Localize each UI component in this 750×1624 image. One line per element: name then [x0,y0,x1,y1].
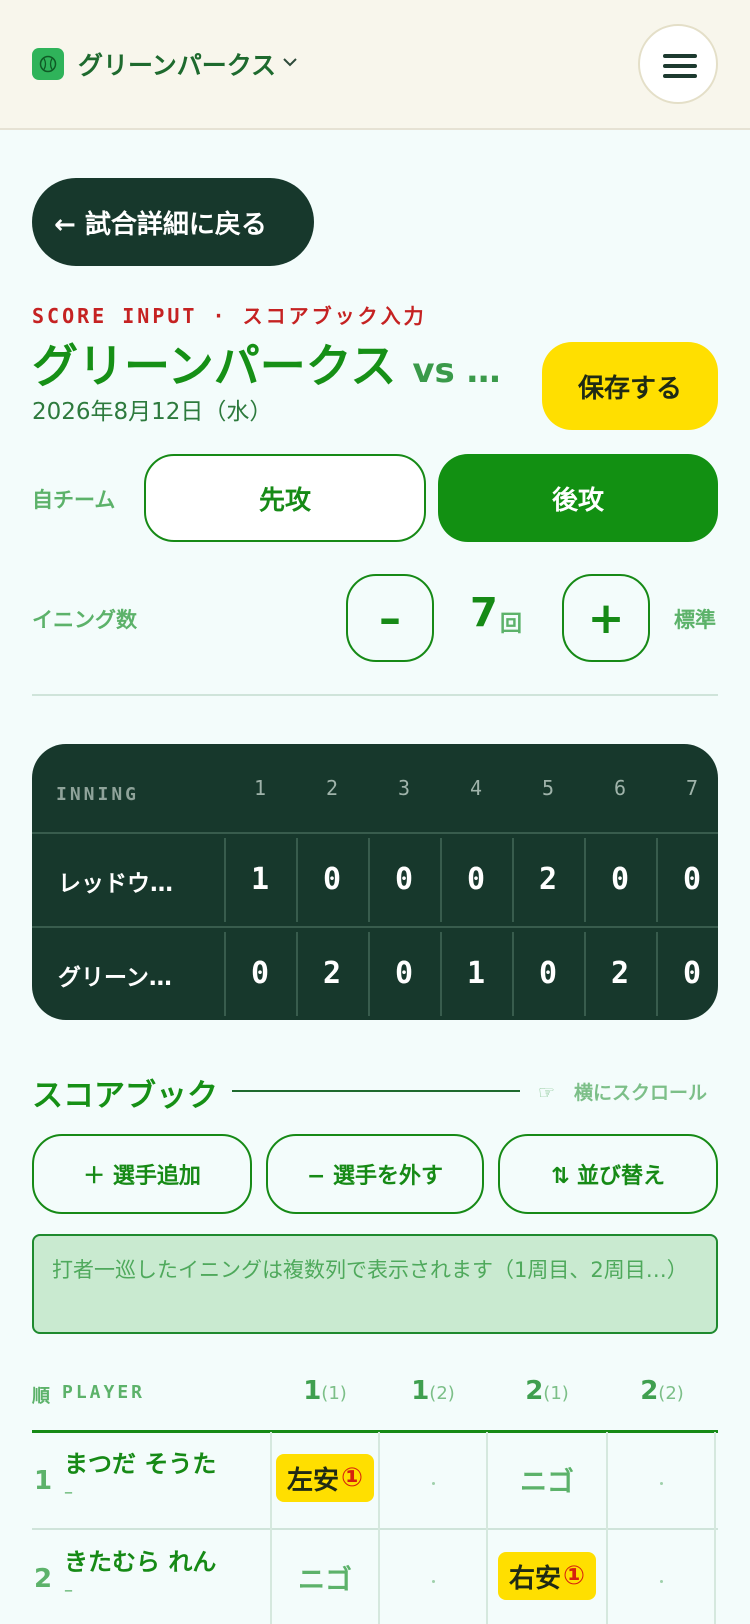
player-name[interactable]: まつだ そうた [64,1444,216,1479]
at-bat-cell-empty[interactable] [432,1482,435,1485]
section-divider [32,694,718,696]
inning-header-2: 2 [325,776,339,800]
col-order-header: 順 [32,1386,51,1407]
match-title-team: グリーンパークス [32,339,397,393]
inning-header-5: 5 [541,776,555,800]
col-player-header: PLAYER [62,1382,146,1403]
home-score-inning-5[interactable]: 0 [512,956,584,991]
innings-value: 7 [470,590,498,636]
table-row-divider [32,1528,718,1530]
home-score-inning-1[interactable]: 0 [224,956,296,991]
bat-second-toggle[interactable]: 後攻 [438,454,718,542]
inning-header-4: 4 [469,776,483,800]
remove-player-button[interactable]: − 選手を外す [266,1134,484,1214]
col-header-1-2: 1(2) [411,1376,455,1406]
player-name[interactable]: きたむら れん [64,1542,216,1577]
save-button[interactable]: 保存する [542,342,718,430]
section-rule [232,1090,520,1092]
scorebook-title: スコアブック [32,1078,218,1114]
at-bat-cell-empty[interactable] [432,1580,435,1583]
match-title-opponent: vs … [412,351,501,391]
away-team-name: レッドウ… [58,871,173,897]
home-score-inning-7[interactable]: 0 [656,956,718,991]
inning-header-6: 6 [613,776,627,800]
away-score-inning-5[interactable]: 2 [512,862,584,897]
col-header-1-1: 1(1) [303,1376,347,1406]
page-title: グリーンパークス vs … [32,330,501,396]
team-switcher-label[interactable]: グリーンパークス [78,46,276,82]
multi-round-notice: 打者一巡したイニングは複数列で表示されます（1周目、2周目…） [32,1234,718,1334]
match-date: 2026年8月12日（水） [32,399,273,425]
innings-standard-label: 標準 [674,608,716,632]
player-position: – [64,1580,73,1601]
reorder-button[interactable]: ⇅ 並び替え [498,1134,718,1214]
at-bat-cell-empty[interactable] [660,1482,663,1485]
player-position: – [64,1482,73,1503]
own-team-label: 自チーム [32,488,116,512]
col-header-2-1: 2(1) [525,1376,569,1406]
app-header: グリーンパークス [0,0,750,130]
away-score-inning-6[interactable]: 0 [584,862,656,897]
batting-order-number: 1 [34,1466,53,1496]
at-bat-cell-out[interactable]: ニゴ [272,1558,378,1597]
away-score-inning-2[interactable]: 0 [296,862,368,897]
hamburger-menu-button[interactable] [638,24,718,104]
scroll-hint: ☞ 横にスクロール [538,1082,708,1104]
home-score-inning-3[interactable]: 0 [368,956,440,991]
away-score-inning-1[interactable]: 1 [224,862,296,897]
chevron-down-icon[interactable] [282,56,298,68]
back-button-label: ← 試合詳細に戻る [54,209,267,240]
away-score-inning-7[interactable]: 0 [656,862,718,897]
innings-unit: 回 [500,612,523,637]
inning-header-3: 3 [397,776,411,800]
back-to-game-details-button[interactable]: ← 試合詳細に戻る [32,178,314,266]
batting-order-number: 2 [34,1564,53,1594]
at-bat-cell-out[interactable]: ニゴ [488,1460,606,1499]
inning-header-7: 7 [685,776,699,800]
at-bat-cell-hit[interactable]: 右安 ① [498,1552,596,1600]
away-score-inning-4[interactable]: 0 [440,862,512,897]
home-team-name: グリーン… [58,965,172,991]
home-score-inning-4[interactable]: 1 [440,956,512,991]
innings-label: イニング数 [32,608,137,632]
baseball-icon[interactable] [32,48,64,80]
bat-first-toggle[interactable]: 先攻 [144,454,426,542]
away-score-inning-3[interactable]: 0 [368,862,440,897]
at-bat-cell-empty[interactable] [660,1580,663,1583]
innings-decrement-button[interactable]: – [346,574,434,662]
hamburger-menu-icon [663,54,697,58]
table-header-rule [32,1430,718,1433]
scoreboard-inning-header: INNING [56,784,140,805]
home-score-inning-6[interactable]: 2 [584,956,656,991]
at-bat-cell-hit[interactable]: 左安 ① [276,1454,374,1502]
col-header-2-2: 2(2) [640,1376,684,1406]
linescore-board: INNING 1 2 3 4 5 6 7 レッドウ… 1 0 0 0 2 0 0… [32,744,718,1020]
inning-header-1: 1 [253,776,267,800]
home-score-inning-2[interactable]: 2 [296,956,368,991]
page-kicker: SCORE INPUT · スコアブック入力 [32,304,427,328]
innings-increment-button[interactable]: + [562,574,650,662]
add-player-button[interactable]: ＋ 選手追加 [32,1134,252,1214]
